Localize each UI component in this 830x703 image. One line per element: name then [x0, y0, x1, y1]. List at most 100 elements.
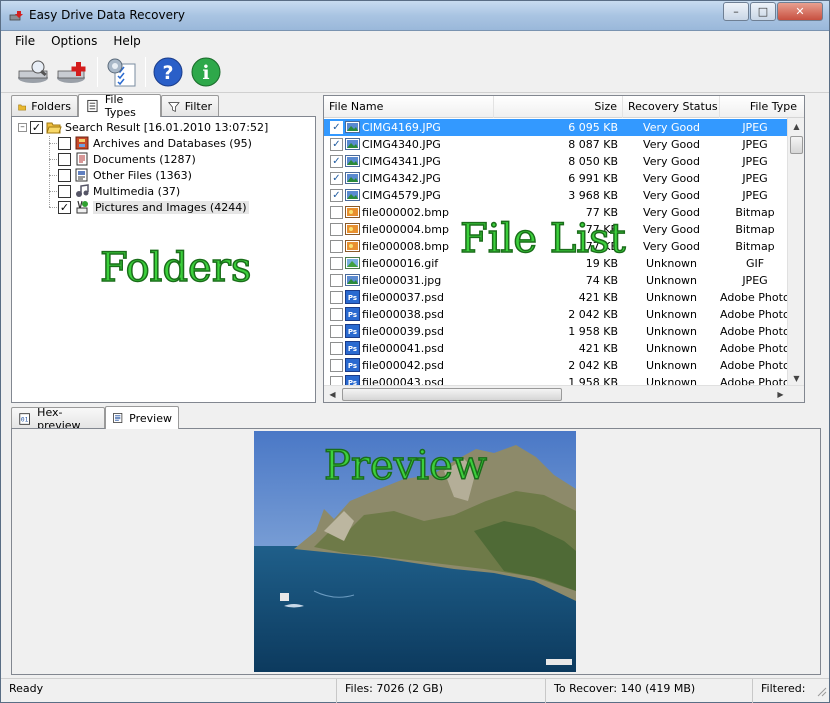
table-row[interactable]: file000031.jpg 74 KB Unknown JPEG — [324, 272, 794, 289]
table-row[interactable]: ✓ CIMG4341.JPG 8 050 KB Very Good JPEG — [324, 153, 794, 170]
svg-text:i: i — [202, 62, 209, 84]
row-checkbox[interactable]: ✓ — [330, 189, 343, 202]
file-size-cell: 8 050 KB — [568, 155, 618, 168]
info-icon[interactable]: i — [189, 55, 223, 89]
tree-item-label[interactable]: Multimedia (37) — [93, 185, 180, 198]
row-checkbox[interactable] — [330, 223, 343, 236]
row-checkbox[interactable] — [330, 325, 343, 338]
file-type-cell: Bitmap — [735, 223, 775, 236]
row-checkbox[interactable] — [330, 342, 343, 355]
row-checkbox[interactable]: ✓ — [330, 138, 343, 151]
column-header-recovery-status[interactable]: Recovery Status — [623, 96, 720, 118]
menu-file[interactable]: File — [7, 34, 43, 48]
scroll-thumb[interactable] — [790, 136, 803, 154]
row-checkbox[interactable] — [330, 274, 343, 287]
column-header-file-name[interactable]: File Name — [324, 96, 494, 118]
scroll-right-icon[interactable]: ▶ — [772, 386, 789, 402]
tree-item-label[interactable]: Documents (1287) — [93, 153, 196, 166]
row-checkbox[interactable] — [330, 291, 343, 304]
recovery-status-cell: Unknown — [645, 291, 698, 304]
maximize-button[interactable]: □ — [750, 2, 776, 21]
toolbar-separator — [97, 57, 98, 87]
recovery-status-cell: Very Good — [643, 121, 700, 134]
tab-preview-label: Preview — [129, 411, 172, 425]
archive-icon — [75, 136, 89, 150]
collapse-toggle[interactable]: – — [18, 122, 27, 132]
row-checkbox[interactable]: ✓ — [330, 121, 343, 134]
recovery-status-cell: Unknown — [645, 308, 698, 321]
file-name-cell: file000038.psd — [362, 308, 444, 321]
table-row[interactable]: ✓ CIMG4340.JPG 8 087 KB Very Good JPEG — [324, 136, 794, 153]
table-row[interactable]: Ps file000041.psd 421 KB Unknown Adobe Photo… — [324, 340, 794, 357]
tree-item-label[interactable]: Other Files (1363) — [93, 169, 192, 182]
tree-item-checkbox[interactable] — [58, 184, 71, 198]
table-row[interactable]: ✓ CIMG4579.JPG 3 968 KB Very Good JPEG — [324, 187, 794, 204]
row-checkbox[interactable] — [330, 359, 343, 372]
row-checkbox[interactable] — [330, 308, 343, 321]
tree-root-label[interactable]: Search Result [16.01.2010 13:07:52] — [65, 121, 268, 134]
table-row[interactable]: ✓ CIMG4169.JPG 6 095 KB Very Good JPEG — [324, 119, 794, 136]
scroll-up-icon[interactable]: ▲ — [788, 118, 804, 135]
help-icon[interactable]: ? — [151, 55, 185, 89]
file-name-cell: file000041.psd — [362, 342, 444, 355]
resize-grip-icon[interactable] — [815, 685, 827, 697]
file-type-cell: Adobe Photosh — [720, 359, 790, 372]
minimize-button[interactable]: – — [723, 2, 749, 21]
scroll-left-icon[interactable]: ◀ — [324, 386, 341, 402]
svg-text:?: ? — [162, 62, 173, 84]
jpeg-file-icon — [345, 137, 360, 151]
file-type-cell: GIF — [745, 257, 765, 270]
row-checkbox[interactable] — [330, 206, 343, 219]
table-row[interactable]: Ps file000039.psd 1 958 KB Unknown Adobe Pho… — [324, 323, 794, 340]
tree-item-documents: Documents (1287) — [58, 151, 196, 167]
file-name-cell: file000031.jpg — [362, 274, 442, 287]
file-type-cell: JPEG — [742, 172, 768, 185]
settings-icon[interactable] — [103, 55, 139, 89]
folder-icon — [18, 104, 27, 110]
scroll-thumb[interactable] — [342, 388, 562, 401]
tree-item-checkbox[interactable] — [58, 152, 71, 166]
column-header-file-type[interactable]: File Type — [720, 96, 804, 118]
row-checkbox[interactable]: ✓ — [330, 155, 343, 168]
row-checkbox[interactable] — [330, 257, 343, 270]
row-checkbox[interactable] — [330, 240, 343, 253]
menu-options[interactable]: Options — [43, 34, 105, 48]
table-row[interactable]: Ps file000037.psd 421 KB Unknown Adobe Photo… — [324, 289, 794, 306]
menu-help[interactable]: Help — [105, 34, 148, 48]
tree-item-label[interactable]: Archives and Databases (95) — [93, 137, 252, 150]
tree-root-checkbox[interactable]: ✓ — [30, 120, 43, 134]
pictures-icon — [76, 200, 88, 214]
tab-filter[interactable]: Filter — [161, 95, 219, 117]
drive-add-icon[interactable] — [55, 55, 91, 89]
recovery-status-cell: Unknown — [645, 359, 698, 372]
tab-file-types[interactable]: File Types — [78, 93, 161, 119]
tree-item-checkbox[interactable] — [58, 136, 71, 150]
file-list-horizontal-scrollbar[interactable]: ◀ ▶ — [324, 385, 804, 402]
multimedia-icon — [76, 184, 89, 197]
status-filtered: Filtered: 1 — [752, 679, 808, 703]
file-list-vertical-scrollbar[interactable]: ▲ ▼ — [787, 118, 804, 387]
bmp-file-icon — [345, 222, 360, 236]
tab-folders[interactable]: Folders — [11, 95, 78, 117]
close-button[interactable]: ✕ — [777, 2, 823, 21]
tree-root: – ✓ Search Result [16.01.2010 13:07:52] — [18, 119, 268, 135]
column-header-size[interactable]: Size — [494, 96, 623, 118]
tab-hex-preview[interactable]: 01 Hex-preview — [11, 406, 105, 432]
svg-text:Ps: Ps — [348, 311, 357, 319]
bmp-file-icon — [345, 239, 360, 253]
table-row[interactable]: Ps file000042.psd 2 042 KB Unknown Adobe Pho… — [324, 357, 794, 374]
tab-preview[interactable]: Preview — [105, 406, 179, 429]
preview-overlay-label: Preview — [323, 442, 488, 490]
tree-item-label[interactable]: Pictures and Images (4244) — [93, 200, 249, 214]
other-files-icon — [75, 168, 88, 182]
svg-text:01: 01 — [21, 416, 29, 423]
table-row[interactable]: Ps file000038.psd 2 042 KB Unknown Adobe Pho… — [324, 306, 794, 323]
drive-scan-icon[interactable] — [15, 55, 51, 89]
row-checkbox[interactable]: ✓ — [330, 172, 343, 185]
svg-text:Ps: Ps — [348, 362, 357, 370]
table-row[interactable]: ✓ CIMG4342.JPG 6 991 KB Very Good JPEG — [324, 170, 794, 187]
menu-bar: File Options Help — [1, 31, 829, 51]
title-bar[interactable]: Easy Drive Data Recovery – □ ✕ — [1, 1, 829, 31]
tree-item-checkbox[interactable] — [58, 168, 71, 182]
tree-item-checkbox[interactable]: ✓ — [58, 200, 71, 214]
